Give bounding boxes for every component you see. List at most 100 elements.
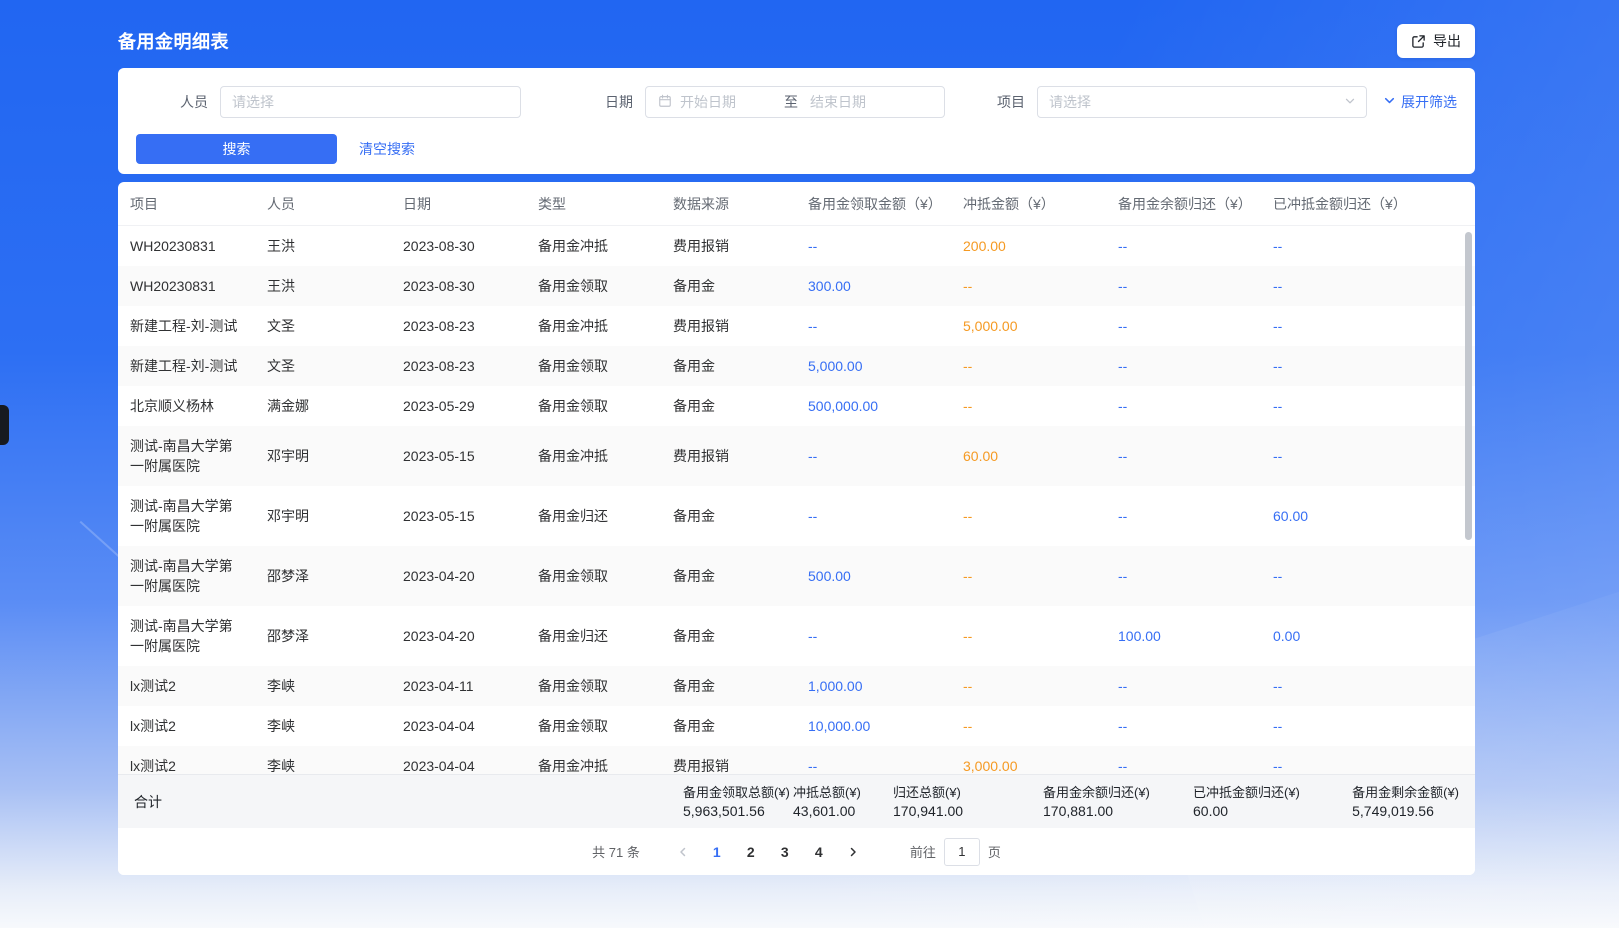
cell-date: 2023-04-04: [391, 706, 526, 746]
filter-actions-row: 搜索 清空搜索: [136, 134, 1457, 164]
cell-person: 邵梦泽: [255, 556, 391, 596]
cell-offset-amount: 3,000.00: [951, 746, 1106, 774]
project-select-placeholder: 请选择: [1049, 92, 1091, 112]
cell-offset-return: --: [1261, 306, 1475, 346]
cell-type: 备用金冲抵: [526, 306, 661, 346]
table-row: 新建工程-刘-测试 文圣 2023-08-23 备用金冲抵 费用报销 -- 5,…: [118, 306, 1475, 346]
cell-date: 2023-05-15: [391, 496, 526, 536]
summary-item-label: 备用金余额归还(¥): [1043, 785, 1193, 800]
export-icon: [1411, 34, 1426, 49]
cell-balance-return: --: [1106, 386, 1261, 426]
cell-source: 备用金: [661, 386, 796, 426]
table-row: 测试-南昌大学第一附属医院 邵梦泽 2023-04-20 备用金领取 备用金 5…: [118, 546, 1475, 606]
expand-filters-link[interactable]: 展开筛选: [1383, 92, 1457, 112]
cell-offset-amount: --: [951, 616, 1106, 656]
date-start-input[interactable]: [674, 87, 778, 117]
page-container: 备用金明细表 导出 人员 日期: [118, 0, 1475, 875]
date-filter-group: 日期 至: [605, 86, 945, 118]
cell-offset-amount: --: [951, 346, 1106, 386]
page-number[interactable]: 1: [703, 838, 731, 866]
table-scrollbar-thumb[interactable]: [1465, 232, 1472, 540]
cell-project: WH20230831: [118, 266, 255, 306]
pagination-bar: 共 71 条 1234 前往 页: [118, 828, 1475, 875]
page-number[interactable]: 2: [737, 838, 765, 866]
goto-page-input[interactable]: [944, 838, 980, 866]
page-number[interactable]: 4: [805, 838, 833, 866]
table-row: lx测试2 李峡 2023-04-04 备用金冲抵 费用报销 -- 3,000.…: [118, 746, 1475, 774]
cell-date: 2023-08-23: [391, 346, 526, 386]
cell-project: 新建工程-刘-测试: [118, 306, 255, 346]
summary-item: 归还总额(¥) 170,941.00: [893, 785, 1043, 819]
cell-offset-amount: --: [951, 386, 1106, 426]
table-row: WH20230831 王洪 2023-08-30 备用金冲抵 费用报销 -- 2…: [118, 226, 1475, 266]
cell-person: 李峡: [255, 666, 391, 706]
summary-item-value: 5,749,019.56: [1352, 803, 1459, 819]
cell-source: 备用金: [661, 496, 796, 536]
cell-balance-return: --: [1106, 266, 1261, 306]
side-drawer-handle[interactable]: [0, 405, 9, 445]
cell-person: 王洪: [255, 266, 391, 306]
cell-person: 李峡: [255, 706, 391, 746]
person-select-field[interactable]: [220, 86, 521, 118]
cell-person: 王洪: [255, 226, 391, 266]
cell-balance-return: --: [1106, 496, 1261, 536]
cell-withdraw-amount: 1,000.00: [796, 666, 951, 706]
cell-withdraw-amount: 500,000.00: [796, 386, 951, 426]
cell-person: 满金娜: [255, 386, 391, 426]
cell-project: 测试-南昌大学第一附属医院: [118, 426, 255, 486]
cell-project: lx测试2: [118, 746, 255, 774]
cell-type: 备用金领取: [526, 556, 661, 596]
table-row: 测试-南昌大学第一附属医院 邵梦泽 2023-04-20 备用金归还 备用金 -…: [118, 606, 1475, 666]
date-end-input[interactable]: [804, 87, 908, 117]
table-row: 北京顺义杨林 满金娜 2023-05-29 备用金领取 备用金 500,000.…: [118, 386, 1475, 426]
cell-person: 文圣: [255, 346, 391, 386]
table-row: WH20230831 王洪 2023-08-30 备用金领取 备用金 300.0…: [118, 266, 1475, 306]
page-number[interactable]: 3: [771, 838, 799, 866]
cell-offset-amount: --: [951, 266, 1106, 306]
cell-balance-return: --: [1106, 706, 1261, 746]
table-header-cell: 已冲抵金额归还（¥）: [1261, 194, 1475, 214]
cell-source: 费用报销: [661, 306, 796, 346]
cell-source: 备用金: [661, 556, 796, 596]
project-select[interactable]: 请选择: [1037, 86, 1367, 118]
cell-offset-return: --: [1261, 556, 1475, 596]
date-range-separator: 至: [778, 92, 804, 112]
date-filter-label: 日期: [605, 92, 633, 112]
export-button[interactable]: 导出: [1397, 24, 1475, 58]
summary-item-value: 170,941.00: [893, 803, 1043, 819]
cell-source: 备用金: [661, 616, 796, 656]
prev-page-button[interactable]: [669, 838, 697, 866]
cell-offset-return: --: [1261, 346, 1475, 386]
person-select-input[interactable]: [221, 87, 520, 117]
summary-item: 冲抵总额(¥) 43,601.00: [793, 785, 893, 819]
cell-withdraw-amount: 5,000.00: [796, 346, 951, 386]
date-range-picker[interactable]: 至: [645, 86, 945, 118]
cell-type: 备用金归还: [526, 616, 661, 656]
summary-item-label: 备用金领取总额(¥): [683, 785, 793, 800]
cell-balance-return: --: [1106, 436, 1261, 476]
cell-offset-return: 0.00: [1261, 616, 1475, 656]
cell-type: 备用金领取: [526, 346, 661, 386]
cell-source: 费用报销: [661, 226, 796, 266]
cell-withdraw-amount: --: [796, 436, 951, 476]
cell-withdraw-amount: --: [796, 616, 951, 656]
cell-withdraw-amount: 500.00: [796, 556, 951, 596]
cell-date: 2023-04-11: [391, 666, 526, 706]
cell-withdraw-amount: --: [796, 306, 951, 346]
filter-row: 人员 日期 至: [136, 86, 1457, 118]
chevron-down-icon: [1344, 94, 1356, 110]
summary-total-label: 合计: [134, 792, 683, 812]
cell-date: 2023-08-30: [391, 226, 526, 266]
table-row: lx测试2 李峡 2023-04-04 备用金领取 备用金 10,000.00 …: [118, 706, 1475, 746]
app-root: 备用金明细表 导出 人员 日期: [0, 0, 1619, 928]
cell-balance-return: --: [1106, 666, 1261, 706]
cell-date: 2023-05-29: [391, 386, 526, 426]
table-row: lx测试2 李峡 2023-04-11 备用金领取 备用金 1,000.00 -…: [118, 666, 1475, 706]
search-button[interactable]: 搜索: [136, 134, 337, 164]
next-page-button[interactable]: [839, 838, 867, 866]
table-header-cell: 备用金余额归还（¥）: [1106, 194, 1261, 214]
cell-project: lx测试2: [118, 666, 255, 706]
page-title: 备用金明细表: [118, 28, 229, 54]
clear-search-link[interactable]: 清空搜索: [359, 139, 415, 159]
table-header-cell: 备用金领取金额（¥）: [796, 194, 951, 214]
